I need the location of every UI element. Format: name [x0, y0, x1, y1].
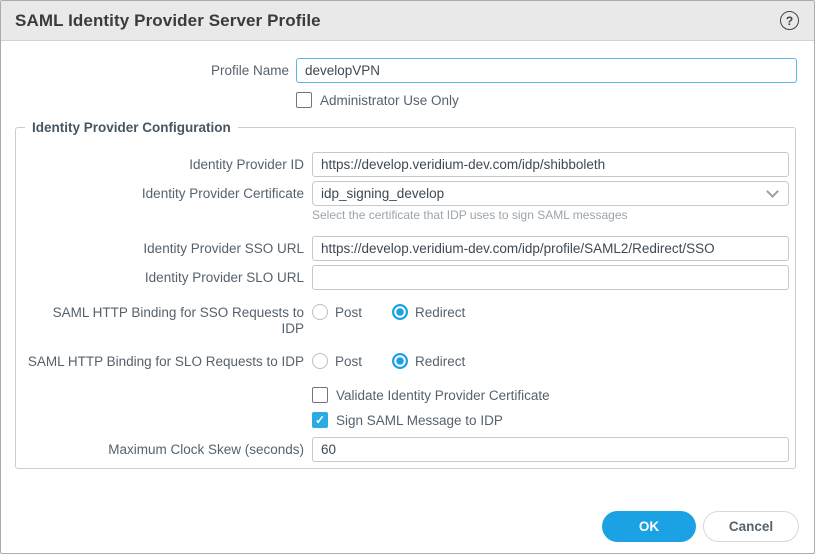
sso-url-input[interactable] — [312, 236, 789, 261]
sso-url-label: Identity Provider SSO URL — [16, 241, 304, 257]
idp-id-input[interactable] — [312, 152, 789, 177]
clock-skew-input[interactable] — [312, 437, 789, 462]
sign-saml-message-checkbox-row[interactable]: Sign SAML Message to IDP — [312, 412, 789, 428]
ok-button[interactable]: OK — [602, 511, 696, 542]
administrator-use-only-label: Administrator Use Only — [320, 93, 459, 108]
idp-certificate-row: Identity Provider Certificate idp_signin… — [16, 181, 789, 206]
slo-binding-redirect-option[interactable]: Redirect — [392, 353, 465, 369]
idp-certificate-helper-text: Select the certificate that IDP uses to … — [312, 205, 789, 222]
cancel-button[interactable]: Cancel — [703, 511, 799, 542]
sso-binding-redirect-radio[interactable] — [392, 304, 408, 320]
slo-binding-redirect-label: Redirect — [415, 354, 465, 369]
dialog-title: SAML Identity Provider Server Profile — [15, 11, 321, 31]
identity-provider-configuration-section: Identity Provider Configuration Identity… — [15, 120, 796, 469]
sso-binding-row: SAML HTTP Binding for SSO Requests to ID… — [16, 304, 789, 337]
admin-use-only-row: Administrator Use Only — [1, 92, 797, 108]
profile-name-row: Profile Name — [1, 58, 797, 83]
sso-binding-redirect-label: Redirect — [415, 305, 465, 320]
idp-id-label: Identity Provider ID — [16, 157, 304, 173]
sso-binding-label: SAML HTTP Binding for SSO Requests to ID… — [16, 304, 304, 337]
validate-cert-row: Validate Identity Provider Certificate — [16, 387, 789, 403]
clock-skew-row: Maximum Clock Skew (seconds) — [16, 437, 789, 462]
sso-binding-radio-group: Post Redirect — [312, 304, 789, 320]
idp-certificate-select[interactable]: idp_signing_develop — [312, 181, 789, 206]
sign-saml-message-label: Sign SAML Message to IDP — [336, 413, 503, 428]
administrator-use-only-checkbox[interactable] — [296, 92, 312, 108]
chevron-down-icon — [766, 185, 779, 198]
sign-saml-row: Sign SAML Message to IDP — [16, 412, 789, 428]
help-icon[interactable]: ? — [780, 11, 799, 30]
validate-idp-certificate-checkbox[interactable] — [312, 387, 328, 403]
slo-binding-post-option[interactable]: Post — [312, 353, 362, 369]
slo-binding-post-label: Post — [335, 354, 362, 369]
sign-saml-message-checkbox[interactable] — [312, 412, 328, 428]
clock-skew-label: Maximum Clock Skew (seconds) — [16, 442, 304, 458]
validate-idp-certificate-checkbox-row[interactable]: Validate Identity Provider Certificate — [312, 387, 789, 403]
sso-binding-post-radio[interactable] — [312, 304, 328, 320]
sso-binding-post-option[interactable]: Post — [312, 304, 362, 320]
idp-certificate-selected-value: idp_signing_develop — [321, 186, 444, 201]
profile-name-label: Profile Name — [1, 63, 289, 79]
slo-binding-redirect-radio[interactable] — [392, 353, 408, 369]
sso-binding-redirect-option[interactable]: Redirect — [392, 304, 465, 320]
slo-binding-label: SAML HTTP Binding for SLO Requests to ID… — [16, 353, 304, 370]
slo-url-row: Identity Provider SLO URL — [16, 265, 789, 290]
sso-binding-post-label: Post — [335, 305, 362, 320]
slo-binding-post-radio[interactable] — [312, 353, 328, 369]
slo-binding-radio-group: Post Redirect — [312, 353, 789, 369]
idp-certificate-helper-row: Select the certificate that IDP uses to … — [16, 205, 789, 222]
administrator-use-only-checkbox-row[interactable]: Administrator Use Only — [296, 92, 797, 108]
identity-provider-configuration-legend: Identity Provider Configuration — [25, 120, 238, 135]
idp-certificate-label: Identity Provider Certificate — [16, 186, 304, 202]
dialog-footer: OK Cancel — [1, 511, 799, 542]
idp-id-row: Identity Provider ID — [16, 152, 789, 177]
dialog-body: Profile Name Administrator Use Only Iden… — [1, 41, 814, 542]
dialog-header: SAML Identity Provider Server Profile ? — [1, 1, 814, 41]
slo-url-input[interactable] — [312, 265, 789, 290]
profile-name-input[interactable] — [296, 58, 797, 83]
saml-idp-server-profile-dialog: SAML Identity Provider Server Profile ? … — [0, 0, 815, 554]
slo-binding-row: SAML HTTP Binding for SLO Requests to ID… — [16, 353, 789, 370]
sso-url-row: Identity Provider SSO URL — [16, 236, 789, 261]
slo-url-label: Identity Provider SLO URL — [16, 270, 304, 286]
validate-idp-certificate-label: Validate Identity Provider Certificate — [336, 388, 550, 403]
